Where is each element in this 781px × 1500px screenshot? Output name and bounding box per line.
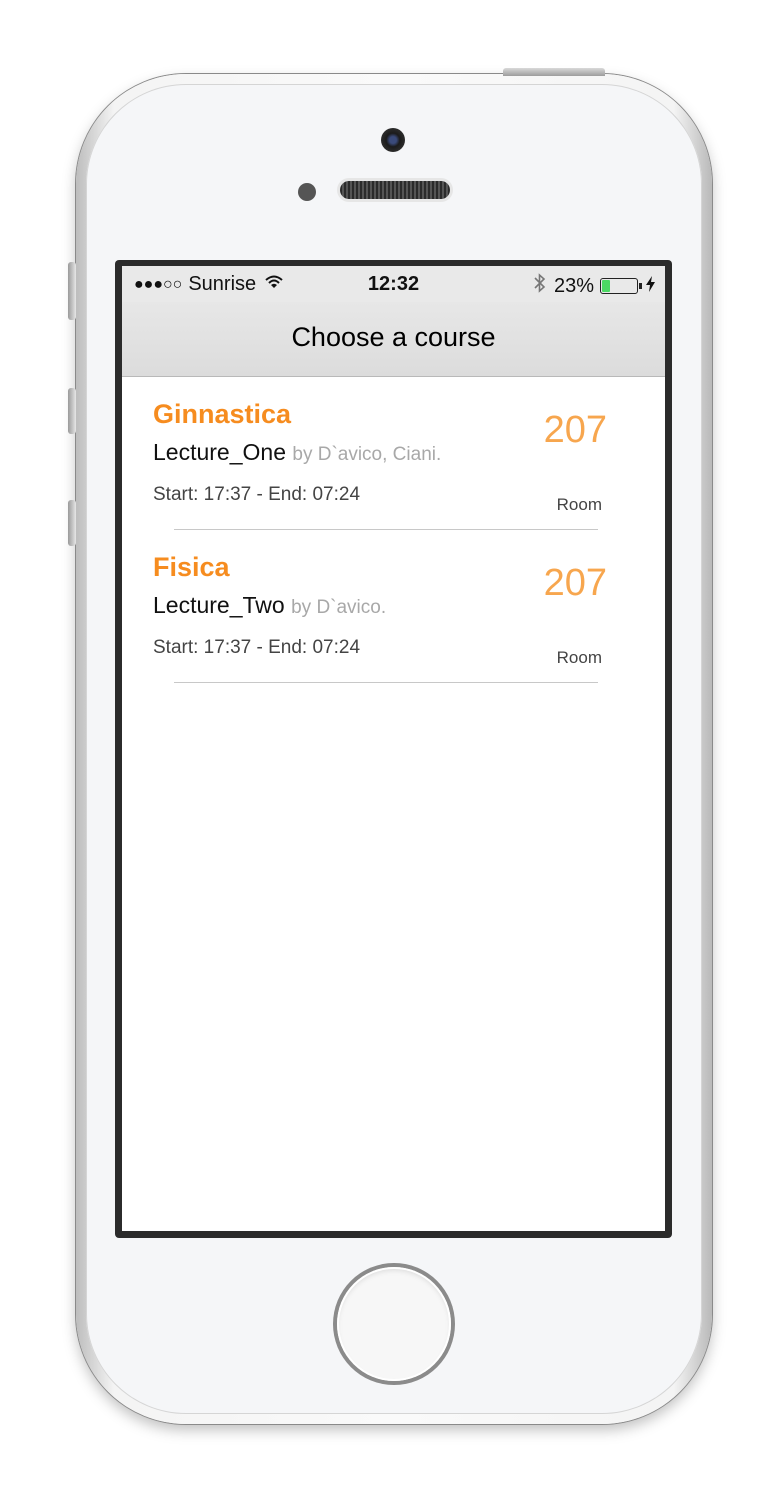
status-bar: ●●●○○ Sunrise 12:32 23% <box>122 266 665 302</box>
navigation-bar: Choose a course <box>122 302 665 377</box>
lecture-times: Start: 17:37 - End: 07:24 <box>153 484 361 505</box>
charging-icon <box>646 275 655 298</box>
home-button[interactable] <box>337 1267 451 1381</box>
room-number: 207 <box>543 562 607 604</box>
lecturer-names: by D`avico. <box>291 597 387 618</box>
room-number: 207 <box>543 409 607 451</box>
lecture-name: Lecture_One <box>153 439 286 465</box>
course-name: Ginnastica <box>153 399 292 429</box>
room-label: Room <box>556 495 602 514</box>
mute-switch <box>68 262 76 320</box>
bluetooth-icon <box>534 273 546 299</box>
front-camera <box>381 128 405 152</box>
lecture-times: Start: 17:37 - End: 07:24 <box>153 637 361 658</box>
battery-tip <box>639 283 642 289</box>
power-button <box>503 68 605 76</box>
earpiece-speaker <box>340 181 450 199</box>
course-list: Ginnastica Lecture_One by D`avico, Ciani… <box>122 377 665 683</box>
screen-bezel: ●●●○○ Sunrise 12:32 23% Choose a course … <box>115 260 672 1238</box>
volume-down-button <box>68 500 76 546</box>
battery-icon <box>600 278 638 294</box>
volume-up-button <box>68 388 76 434</box>
lecture-line: Lecture_Two by D`avico. <box>153 592 386 619</box>
lecturer-names: by D`avico, Ciani. <box>292 444 442 465</box>
page-title: Choose a course <box>291 322 496 352</box>
lecture-name: Lecture_Two <box>153 592 285 618</box>
battery-level-fill <box>602 280 611 292</box>
lecture-line: Lecture_One by D`avico, Ciani. <box>153 439 441 466</box>
status-right-group: 23% <box>534 273 655 299</box>
list-item[interactable]: Fisica Lecture_Two by D`avico. Start: 17… <box>122 530 665 683</box>
battery-percent: 23% <box>553 274 594 297</box>
row-divider <box>174 682 598 683</box>
course-name: Fisica <box>153 552 230 582</box>
proximity-sensor <box>298 183 316 201</box>
list-item[interactable]: Ginnastica Lecture_One by D`avico, Ciani… <box>122 377 665 530</box>
app-display: ●●●○○ Sunrise 12:32 23% Choose a course … <box>122 266 665 1231</box>
room-label: Room <box>556 648 602 667</box>
